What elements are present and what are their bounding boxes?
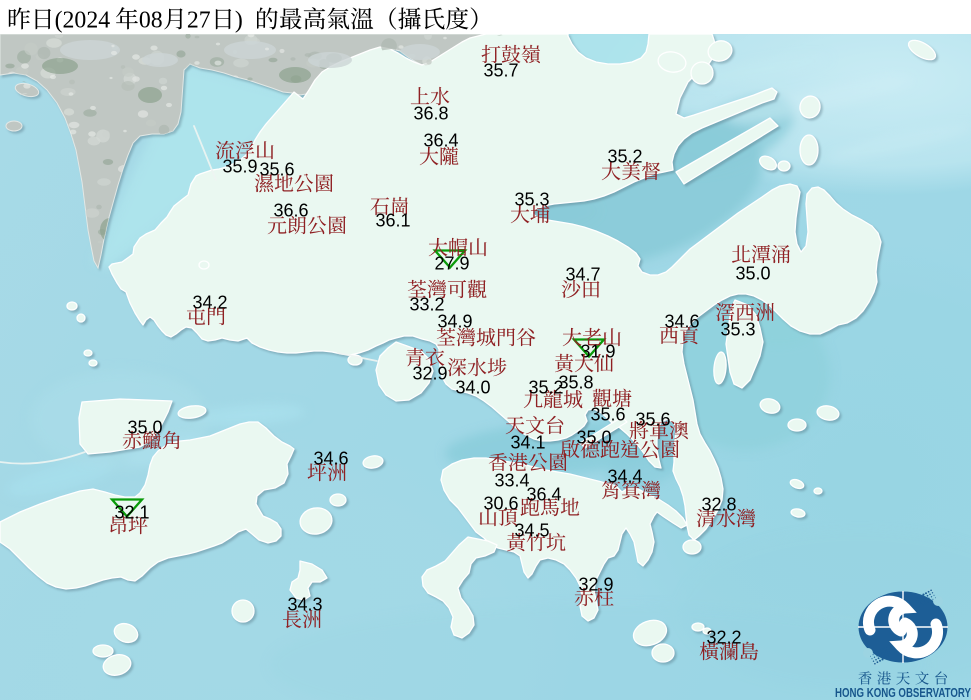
- svg-text:35.8: 35.8: [558, 372, 593, 392]
- svg-text:34.1: 34.1: [510, 432, 545, 452]
- svg-text:34.7: 34.7: [565, 264, 600, 284]
- svg-text:32.1: 32.1: [114, 502, 149, 522]
- svg-text:35.6: 35.6: [635, 409, 670, 429]
- svg-text:36.4: 36.4: [526, 484, 561, 504]
- svg-text:32.9: 32.9: [578, 574, 613, 594]
- svg-text:33.4: 33.4: [494, 470, 529, 490]
- svg-text:35.0: 35.0: [735, 263, 770, 283]
- svg-text:35.6: 35.6: [259, 159, 294, 179]
- svg-text:34.0: 34.0: [455, 377, 490, 397]
- svg-text:35.7: 35.7: [483, 60, 518, 80]
- svg-text:35.2: 35.2: [607, 146, 642, 166]
- svg-text:35.0: 35.0: [576, 427, 611, 447]
- svg-text:34.5: 34.5: [514, 520, 549, 540]
- svg-text:35.3: 35.3: [720, 319, 755, 339]
- svg-text:34.9: 34.9: [437, 311, 472, 331]
- svg-text:08: 08: [139, 8, 163, 34]
- svg-text:34.3: 34.3: [287, 594, 322, 614]
- svg-text:34.4: 34.4: [607, 466, 642, 486]
- svg-text:): ): [235, 8, 243, 34]
- svg-text:30.6: 30.6: [483, 493, 518, 513]
- svg-text:27.9: 27.9: [434, 253, 469, 273]
- svg-text:27: 27: [187, 8, 211, 34]
- svg-text:34.6: 34.6: [313, 448, 348, 468]
- svg-text:35.3: 35.3: [514, 189, 549, 209]
- svg-text:36.4: 36.4: [423, 130, 458, 150]
- svg-text:35.9: 35.9: [222, 156, 257, 176]
- svg-text:(2024: (2024: [55, 8, 111, 34]
- svg-text:36.8: 36.8: [413, 103, 448, 123]
- svg-text:32.9: 32.9: [412, 363, 447, 383]
- svg-text:34.2: 34.2: [192, 292, 227, 312]
- svg-text:36.6: 36.6: [273, 200, 308, 220]
- svg-text:34.6: 34.6: [664, 311, 699, 331]
- svg-text:35.6: 35.6: [590, 404, 625, 424]
- svg-text:35.2: 35.2: [528, 377, 563, 397]
- svg-text:32.8: 32.8: [701, 494, 736, 514]
- svg-text:HONG KONG OBSERVATORY: HONG KONG OBSERVATORY: [835, 686, 971, 700]
- svg-text:36.1: 36.1: [375, 210, 410, 230]
- svg-text:35.0: 35.0: [127, 417, 162, 437]
- svg-text:32.2: 32.2: [706, 627, 741, 647]
